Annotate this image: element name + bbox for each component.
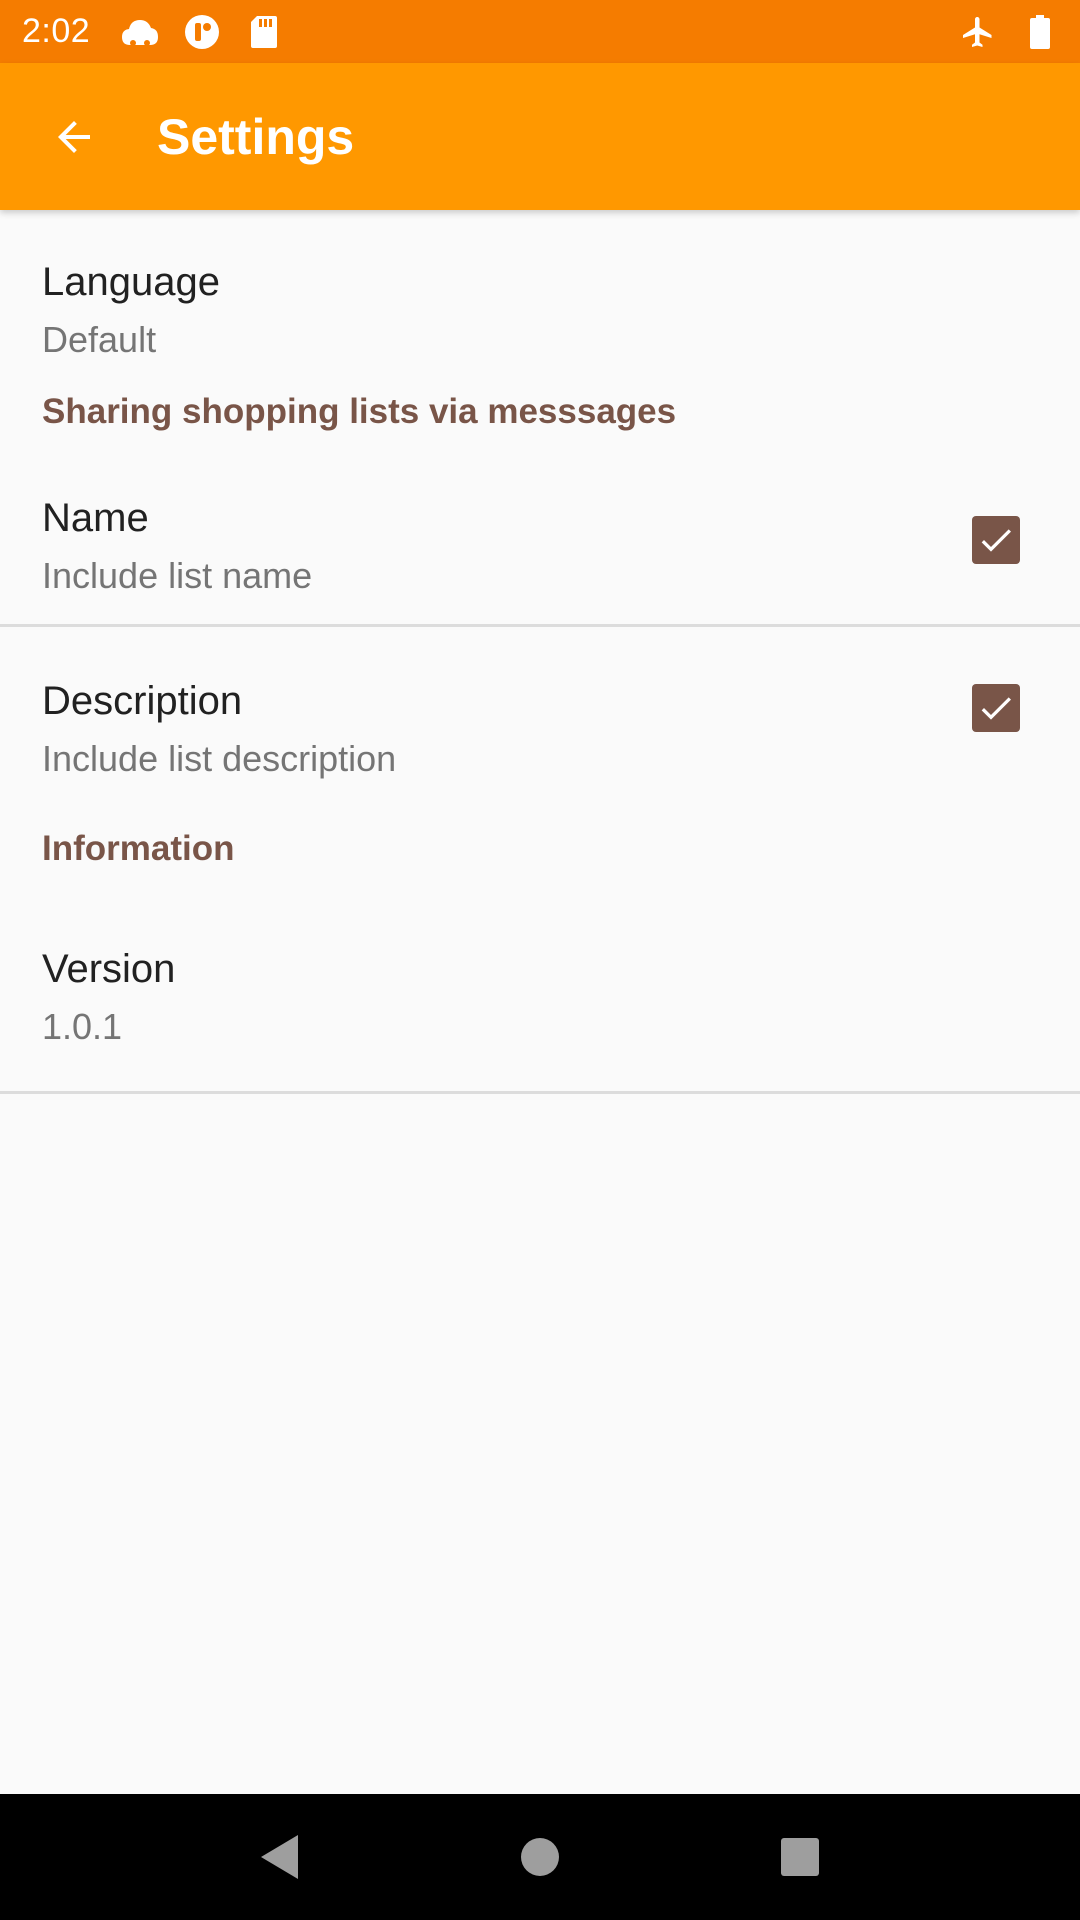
nav-back-button[interactable] (235, 1812, 325, 1902)
sd-card-icon (244, 12, 284, 52)
divider (0, 1091, 1080, 1094)
status-icons-left (120, 12, 284, 52)
check-icon (981, 529, 1011, 552)
app-icon (182, 12, 222, 52)
nav-home-button[interactable] (495, 1812, 585, 1902)
recents-square-icon (781, 1838, 819, 1876)
name-checkbox[interactable] (972, 516, 1020, 564)
page-title: Settings (157, 108, 355, 165)
version-preference[interactable]: Version 1.0.1 (0, 919, 1080, 1091)
arrow-back-icon (57, 120, 90, 153)
status-icons-right (958, 0, 1060, 63)
nav-recents-button[interactable] (755, 1812, 845, 1902)
language-title: Language (42, 260, 220, 304)
settings-screen: 2:02 Settings Language Default Sharing s… (0, 0, 1080, 1920)
home-circle-icon (521, 1838, 559, 1876)
name-title: Name (42, 496, 149, 540)
version-summary: 1.0.1 (42, 1006, 123, 1047)
status-time: 2:02 (22, 12, 91, 50)
back-button[interactable] (0, 63, 147, 210)
check-icon (981, 697, 1011, 720)
preferences-list: Language Default Sharing shopping lists … (0, 210, 1080, 1094)
information-category-header: Information (42, 829, 235, 868)
battery-icon (1020, 12, 1060, 52)
back-triangle-icon (261, 1835, 298, 1879)
description-checkbox[interactable] (972, 684, 1020, 732)
name-preference[interactable]: Name Include list name (0, 454, 1080, 624)
version-title: Version (42, 947, 176, 991)
description-title: Description (42, 679, 243, 723)
language-preference[interactable]: Language Default (0, 210, 1080, 360)
description-preference[interactable]: Description Include list description (0, 627, 1080, 821)
language-summary: Default (42, 319, 157, 360)
name-summary: Include list name (42, 555, 313, 596)
airplane-icon (958, 12, 998, 52)
app-bar: Settings (0, 63, 1080, 210)
cloud-icon (120, 12, 160, 52)
description-summary: Include list description (42, 738, 397, 779)
sharing-category-header: Sharing shopping lists via messsages (42, 392, 677, 431)
navigation-bar (0, 1794, 1080, 1920)
status-bar: 2:02 (0, 0, 1080, 63)
